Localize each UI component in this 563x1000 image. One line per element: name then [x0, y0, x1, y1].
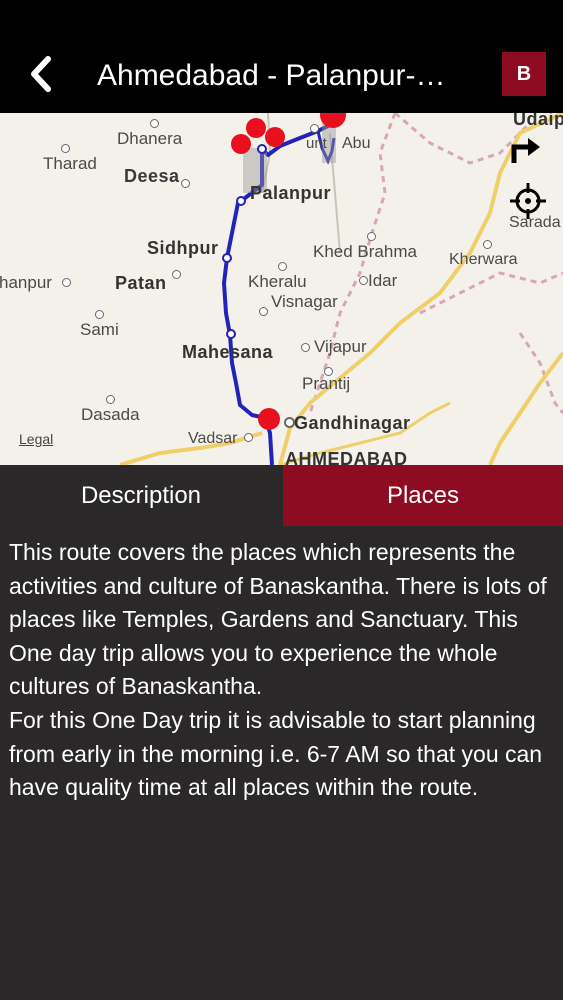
place-label-khed-brahma: Khed Brahma	[313, 242, 417, 261]
place-dot	[95, 310, 104, 319]
place-label-prantij: Prantij	[302, 374, 351, 393]
chevron-left-icon	[31, 56, 51, 92]
route-description: This route covers the places which repre…	[9, 536, 557, 805]
place-label-abu: Abu	[342, 135, 371, 152]
place-dot	[172, 270, 181, 279]
page-title: Ahmedabad - Palanpur-…	[97, 59, 446, 92]
place-label-sami: Sami	[80, 320, 119, 339]
place-dot	[62, 278, 71, 287]
place-label-mount: unt	[306, 135, 327, 152]
description-paragraph-2: For this One Day trip it is advisable to…	[9, 706, 543, 801]
place-dot	[106, 395, 115, 404]
place-label-ahmedabad: AHMEDABAD	[285, 449, 408, 465]
place-label-vijapur: Vijapur	[314, 337, 367, 356]
place-dot	[359, 276, 368, 285]
route-map[interactable]: Dhanera Tharad Deesa Palanpur unt Abu Ud…	[0, 113, 563, 465]
place-label-udaipur: Udaip	[513, 113, 563, 129]
b-button[interactable]: B	[502, 52, 546, 96]
place-label-tharad: Tharad	[43, 154, 97, 173]
back-button[interactable]	[18, 52, 62, 96]
turn-arrow-icon	[511, 138, 540, 163]
place-label-gandhinagar: Gandhinagar	[294, 413, 411, 433]
place-label-dhanera: Dhanera	[117, 129, 183, 148]
tab-places[interactable]: Places	[283, 465, 563, 526]
place-dot	[278, 262, 287, 271]
place-dot	[244, 433, 253, 442]
navigation-bar: Ahmedabad - Palanpur-… B	[0, 0, 563, 113]
place-dot	[367, 232, 376, 241]
place-dot	[310, 124, 319, 133]
place-label-palanpur: Palanpur	[250, 183, 332, 203]
locate-me-button[interactable]	[508, 181, 548, 221]
place-dot	[150, 119, 159, 128]
place-label-deesa: Deesa	[124, 166, 180, 186]
place-label-idar: Idar	[368, 271, 398, 290]
place-label-radhanpur: hanpur	[0, 273, 52, 292]
tab-description[interactable]: Description	[0, 465, 282, 526]
place-label-sidhpur: Sidhpur	[147, 238, 219, 258]
description-paragraph-1: This route covers the places which repre…	[9, 539, 547, 700]
place-label-vadsar: Vadsar	[188, 430, 238, 447]
place-dot	[259, 307, 268, 316]
place-dot	[181, 179, 190, 188]
place-label-dasada: Dasada	[81, 405, 140, 424]
place-label-kheralu: Kheralu	[248, 272, 307, 291]
place-label-kherwara: Kherwara	[449, 251, 518, 268]
place-label-patan: Patan	[115, 273, 167, 293]
place-label-mahesana: Mahesana	[182, 342, 274, 362]
place-dot	[301, 343, 310, 352]
place-dot	[483, 240, 492, 249]
crosshair-location-icon	[510, 183, 546, 219]
legal-link[interactable]: Legal	[19, 431, 53, 447]
directions-button[interactable]	[508, 133, 544, 167]
place-label-visnagar: Visnagar	[271, 292, 338, 311]
segmented-tabs: Description Places	[0, 465, 563, 526]
place-dot	[61, 144, 70, 153]
